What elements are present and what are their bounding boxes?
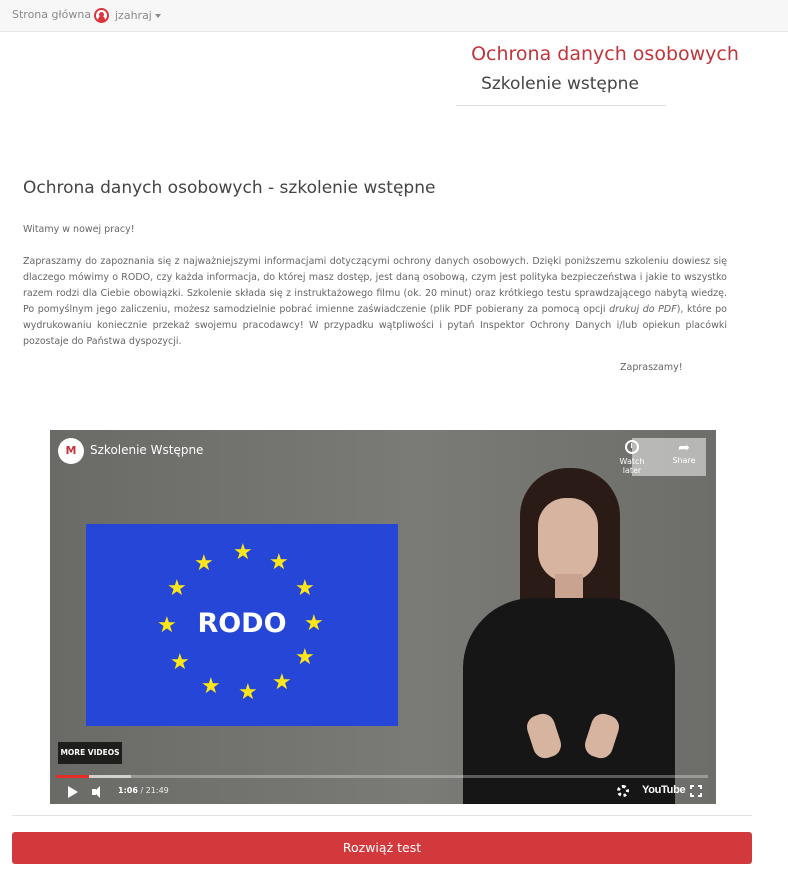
fullscreen-icon[interactable] — [690, 785, 702, 797]
user-avatar-icon — [94, 7, 109, 23]
star-icon: ★ — [238, 680, 258, 705]
share-arrow-icon: ➦ — [678, 440, 690, 456]
duration-time: 21:49 — [145, 786, 169, 795]
time-display: 1:06 / 21:49 — [118, 786, 169, 795]
nav-home-link[interactable]: Strona główna — [12, 8, 91, 21]
progress-played — [56, 775, 89, 778]
youtube-logo-link[interactable]: YouTube — [642, 784, 686, 796]
play-icon[interactable] — [68, 786, 78, 798]
presenter-torso — [463, 598, 675, 804]
share-label: Share — [672, 456, 696, 465]
clock-icon — [625, 440, 639, 454]
star-icon: ★ — [295, 576, 315, 601]
more-videos-button[interactable]: MORE VIDEOS — [58, 742, 122, 764]
current-time: 1:06 — [118, 786, 138, 795]
fullscreen-corner — [698, 785, 702, 789]
share-button[interactable]: ➦ Share — [666, 440, 702, 465]
time-separator: / — [137, 786, 146, 795]
flag-rodo-text: RODO — [197, 608, 287, 639]
volume-icon[interactable] — [92, 786, 106, 798]
brand-title: Ochrona danych osobowych — [471, 43, 739, 65]
user-menu-dropdown[interactable]: jzahraj — [94, 6, 161, 24]
fullscreen-corner — [690, 793, 694, 797]
brand-subtitle: Szkolenie wstępne — [481, 74, 639, 94]
star-icon: ★ — [167, 576, 187, 601]
brand-divider — [456, 105, 666, 106]
presenter-figure — [445, 468, 695, 804]
channel-avatar[interactable]: M — [58, 438, 84, 464]
page-title: Ochrona danych osobowych - szkolenie wst… — [23, 178, 436, 198]
video-title-link[interactable]: Szkolenie Wstępne — [90, 443, 203, 457]
content-divider — [12, 815, 752, 816]
settings-gear-icon[interactable] — [617, 785, 629, 797]
star-icon: ★ — [233, 540, 253, 565]
presenter-face — [538, 498, 598, 582]
fullscreen-corner — [698, 793, 702, 797]
chevron-down-icon — [154, 13, 161, 18]
star-icon: ★ — [272, 670, 292, 695]
star-icon: ★ — [170, 650, 190, 675]
greeting-text: Witamy w nowej pracy! — [23, 224, 135, 235]
intro-paragraph: Zapraszamy do zapoznania się z najważnie… — [23, 254, 727, 350]
star-icon: ★ — [269, 550, 289, 575]
progress-bar[interactable] — [56, 775, 708, 778]
top-navbar: Strona główna jzahraj — [0, 0, 788, 32]
watch-later-button[interactable]: Watch later — [610, 440, 654, 475]
video-player[interactable]: ★ ★ ★ ★ ★ ★ ★ ★ ★ ★ ★ ★ RODO M Szkolenie… — [50, 430, 716, 804]
player-controls: 1:06 / 21:49 YouTube — [50, 780, 716, 804]
intro-emphasis: drukuj do PDF — [609, 304, 677, 315]
user-name: jzahraj — [115, 8, 152, 22]
watch-later-label: Watch later — [619, 457, 645, 475]
star-icon: ★ — [295, 645, 315, 670]
closing-text: Zapraszamy! — [620, 362, 683, 373]
star-icon: ★ — [201, 674, 221, 699]
solve-test-button[interactable]: Rozwiąż test — [12, 832, 752, 864]
fullscreen-corner — [690, 785, 694, 789]
star-icon: ★ — [194, 551, 214, 576]
